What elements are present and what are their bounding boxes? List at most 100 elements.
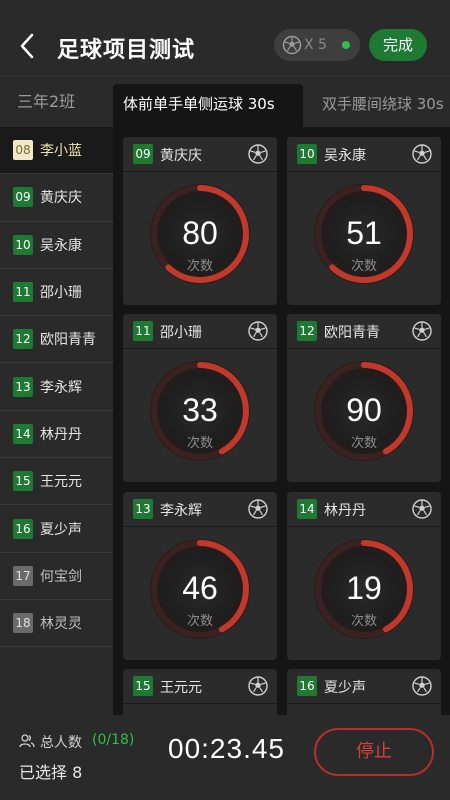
sidebar-student-item[interactable]: 12 欧阳青青 <box>0 316 113 364</box>
student-number-badge: 15 <box>13 471 33 492</box>
card-header: 15 王元元 <box>123 669 277 704</box>
sidebar-student-item[interactable]: 10 吴永康 <box>0 222 113 269</box>
card-header: 12 欧阳青青 <box>287 314 441 349</box>
student-number-badge: 09 <box>133 144 153 164</box>
soccer-ball-icon[interactable] <box>247 320 269 342</box>
student-number-badge: 13 <box>133 499 153 519</box>
soccer-ball-icon[interactable] <box>247 143 269 165</box>
student-number-badge: 14 <box>297 499 317 519</box>
student-name: 李小蓝 <box>40 143 82 160</box>
soccer-ball-icon[interactable] <box>411 498 433 520</box>
soccer-ball-icon[interactable] <box>247 498 269 520</box>
total-people-count: (0/18) <box>92 732 135 748</box>
student-card[interactable]: 10 吴永康 51 次数 <box>287 137 441 305</box>
student-number-badge: 12 <box>13 329 33 350</box>
student-number-badge: 10 <box>297 144 317 164</box>
sidebar-student-item[interactable]: 09 黄庆庆 <box>0 174 113 222</box>
student-name: 王元元 <box>160 680 202 696</box>
sidebar-student-item[interactable]: 13 李永辉 <box>0 363 113 411</box>
student-number-badge: 08 <box>13 140 33 161</box>
student-name: 夏少声 <box>40 521 82 538</box>
student-number-badge: 09 <box>13 187 33 208</box>
student-number-badge: 11 <box>13 282 33 303</box>
count-value: 19 <box>346 570 382 606</box>
app-header: 足球项目测试 X 5 完成 <box>0 0 450 75</box>
back-arrow-icon[interactable] <box>18 32 36 60</box>
student-name: 何宝剑 <box>40 568 82 585</box>
people-icon <box>19 734 35 748</box>
student-card[interactable]: 11 邵小珊 33 次数 <box>123 314 277 482</box>
page-title: 足球项目测试 <box>57 38 196 63</box>
card-header: 11 邵小珊 <box>123 314 277 349</box>
card-header: 13 李永辉 <box>123 492 277 527</box>
soccer-ball-icon[interactable] <box>247 675 269 697</box>
student-name: 欧阳青青 <box>40 332 96 349</box>
count-unit-label: 次数 <box>186 614 213 629</box>
student-card[interactable]: 09 黄庆庆 80 次数 <box>123 137 277 305</box>
student-card[interactable]: 16 夏少声 <box>287 669 441 715</box>
count-unit-label: 次数 <box>350 436 377 451</box>
sidebar-student-item[interactable]: 17 何宝剑 <box>0 553 113 600</box>
card-header: 09 黄庆庆 <box>123 137 277 172</box>
selected-count: 已选择 8 <box>19 763 83 782</box>
soccer-ball-icon[interactable] <box>411 675 433 697</box>
student-name: 吴永康 <box>40 237 82 254</box>
total-people-label: 总人数 <box>40 735 82 751</box>
count-value: 33 <box>182 392 218 428</box>
student-number-badge: 18 <box>13 613 33 634</box>
student-number-badge: 13 <box>13 376 33 397</box>
student-number-badge: 10 <box>13 234 33 255</box>
soccer-ball-icon[interactable] <box>411 320 433 342</box>
student-number-badge: 14 <box>13 423 33 444</box>
ball-count: X 5 <box>304 37 327 53</box>
student-card[interactable]: 12 欧阳青青 90 次数 <box>287 314 441 482</box>
sidebar-student-item[interactable]: 14 林丹丹 <box>0 411 113 459</box>
count-value: 80 <box>182 215 218 251</box>
student-card[interactable]: 13 李永辉 46 次数 <box>123 492 277 660</box>
sidebar-student-item[interactable]: 18 林灵灵 <box>0 600 113 648</box>
soccer-ball-icon[interactable] <box>411 143 433 165</box>
count-unit-label: 次数 <box>350 259 377 274</box>
card-header: 14 林丹丹 <box>287 492 441 527</box>
count-unit-label: 次数 <box>186 259 213 274</box>
sidebar-student-item[interactable]: 16 夏少声 <box>0 505 113 553</box>
tab-test-waist-circle[interactable]: 双手腰间绕球 30s <box>312 84 450 128</box>
student-name: 黄庆庆 <box>160 148 202 164</box>
student-name: 李永辉 <box>40 379 82 396</box>
timer: 00:23.45 <box>168 733 285 764</box>
student-name: 吴永康 <box>324 148 366 164</box>
student-number-badge: 15 <box>133 676 153 696</box>
student-name: 王元元 <box>40 474 82 491</box>
card-header: 16 夏少声 <box>287 669 441 704</box>
student-number-badge: 12 <box>297 321 317 341</box>
count-value: 90 <box>346 392 382 428</box>
count-value: 46 <box>182 570 218 606</box>
student-name: 林丹丹 <box>324 503 366 519</box>
class-label: 三年2班 <box>0 76 113 128</box>
student-card[interactable]: 14 林丹丹 19 次数 <box>287 492 441 660</box>
student-name: 邵小珊 <box>160 325 202 341</box>
student-name: 欧阳青青 <box>324 325 380 341</box>
student-name: 李永辉 <box>160 503 202 519</box>
done-button[interactable]: 完成 <box>369 29 427 61</box>
student-number-badge: 11 <box>133 321 153 341</box>
soccer-ball-icon <box>282 35 302 55</box>
student-card[interactable]: 15 王元元 <box>123 669 277 715</box>
tab-bar: 三年2班 体前单手单侧运球 30s 双手腰间绕球 30s <box>0 75 450 128</box>
student-number-badge: 17 <box>13 565 33 586</box>
student-name: 林丹丹 <box>40 426 82 443</box>
student-name: 黄庆庆 <box>40 190 82 207</box>
stop-button[interactable]: 停止 <box>314 728 434 776</box>
student-list: 08 李小蓝 09 黄庆庆 10 吴永康 11 邵小珊 12 欧阳青青 13 李永辉 14 林丹丹 15 王元… <box>0 127 113 715</box>
ball-counter[interactable]: X 5 <box>274 29 360 61</box>
count-unit-label: 次数 <box>186 436 213 451</box>
sidebar-student-item[interactable]: 08 李小蓝 <box>0 127 113 175</box>
sidebar-student-item[interactable]: 11 邵小珊 <box>0 269 113 317</box>
sidebar-student-item[interactable]: 15 王元元 <box>0 458 113 506</box>
tab-test-dribble[interactable]: 体前单手单侧运球 30s <box>113 84 303 128</box>
count-unit-label: 次数 <box>350 614 377 629</box>
connection-status-dot <box>342 41 350 49</box>
student-number-badge: 16 <box>297 676 317 696</box>
count-value: 51 <box>346 215 382 251</box>
student-name: 夏少声 <box>324 680 366 696</box>
